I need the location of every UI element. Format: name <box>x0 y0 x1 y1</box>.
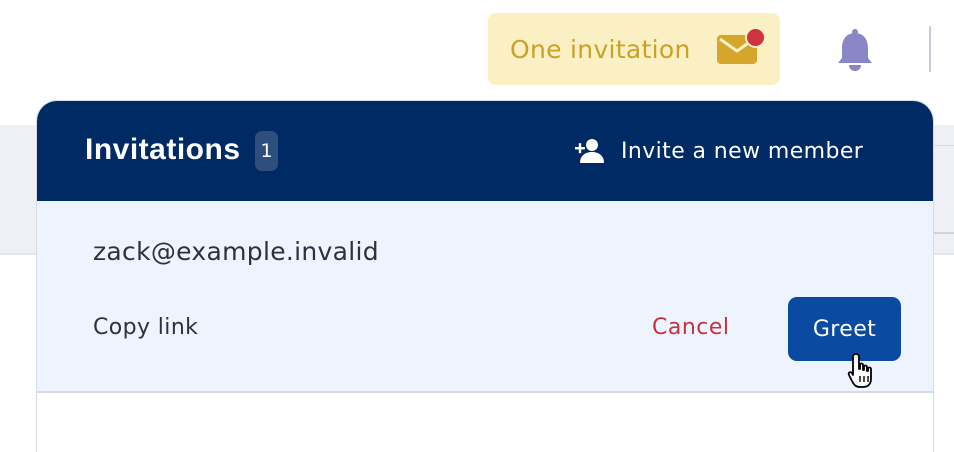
invitations-button-label: One invitation <box>510 34 691 64</box>
copy-link-button[interactable]: Copy link <box>93 315 198 340</box>
popup-title: Invitations <box>85 133 241 166</box>
add-user-icon <box>575 139 604 163</box>
invitations-popup: Invitations 1 Invite a new member zack@e… <box>37 101 933 452</box>
notification-dot <box>745 27 766 48</box>
cancel-invitation-button[interactable]: Cancel <box>652 315 730 340</box>
page-background-divider <box>933 232 954 234</box>
invitations-button[interactable]: One invitation <box>488 13 780 85</box>
toolbar-divider <box>929 26 931 72</box>
invite-new-member-label: Invite a new member <box>621 138 864 164</box>
invite-new-member-button[interactable]: Invite a new member <box>575 135 863 167</box>
greet-button[interactable]: Greet <box>788 297 901 361</box>
popup-header: Invitations 1 Invite a new member <box>37 101 933 201</box>
page-background-divider <box>933 145 954 146</box>
invitation-email: zack@example.invalid <box>93 237 379 266</box>
bell-icon[interactable] <box>836 28 874 72</box>
hand-pointer-cursor-icon <box>847 353 872 388</box>
invitation-count-badge: 1 <box>255 131 278 171</box>
